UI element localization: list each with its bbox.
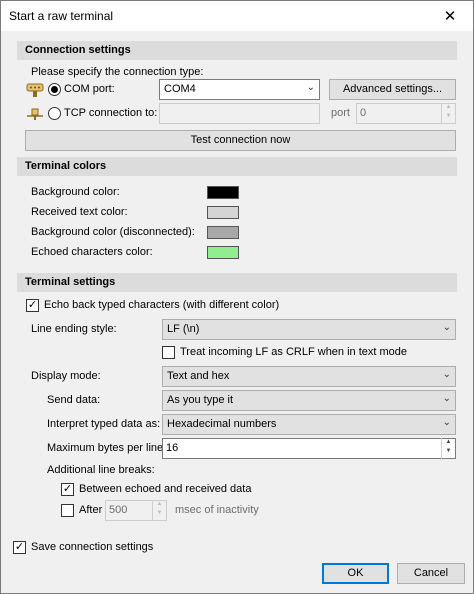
send-data-select[interactable]: As you type it ⌄ bbox=[162, 390, 456, 411]
check-icon: ✓ bbox=[14, 541, 25, 553]
test-connection-button[interactable]: Test connection now bbox=[25, 130, 456, 151]
max-bytes-label: Maximum bytes per line: bbox=[47, 442, 167, 454]
terminal-settings-header: Terminal settings bbox=[17, 273, 457, 292]
treat-lf-label: Treat incoming LF as CRLF when in text m… bbox=[180, 346, 408, 358]
after-msec-spinner[interactable]: ▲ ▼ bbox=[152, 500, 166, 521]
serial-port-icon bbox=[26, 83, 44, 97]
echoed-color-swatch[interactable] bbox=[207, 246, 239, 259]
echo-checkbox[interactable]: ✓ bbox=[26, 299, 39, 312]
save-settings-checkbox[interactable]: ✓ bbox=[13, 541, 26, 554]
disconnected-color-swatch[interactable] bbox=[207, 226, 239, 239]
network-icon bbox=[27, 108, 43, 120]
after-checkbox[interactable] bbox=[61, 504, 74, 517]
after-label: After bbox=[79, 504, 103, 516]
chevron-down-icon: ⌄ bbox=[442, 369, 451, 380]
tcp-host-input[interactable] bbox=[159, 103, 320, 124]
spin-up-icon: ▲ bbox=[445, 104, 452, 110]
interpret-value: Hexadecimal numbers bbox=[167, 418, 277, 430]
display-mode-label: Display mode: bbox=[31, 370, 101, 382]
cancel-button[interactable]: Cancel bbox=[397, 563, 465, 584]
after-units-label: msec of inactivity bbox=[175, 504, 259, 516]
window-title: Start a raw terminal bbox=[9, 9, 114, 23]
background-color-swatch[interactable] bbox=[207, 186, 239, 199]
advanced-settings-button[interactable]: Advanced settings... bbox=[329, 79, 456, 100]
between-checkbox[interactable]: ✓ bbox=[61, 483, 74, 496]
com-port-value: COM4 bbox=[164, 83, 196, 95]
port-spinner[interactable]: ▲ ▼ bbox=[441, 103, 455, 124]
received-text-color-label: Received text color: bbox=[31, 206, 128, 218]
echoed-color-label: Echoed characters color: bbox=[31, 246, 153, 258]
interpret-select[interactable]: Hexadecimal numbers ⌄ bbox=[162, 414, 456, 435]
chevron-down-icon: ⌄ bbox=[442, 322, 451, 333]
tcp-connection-radio[interactable] bbox=[48, 107, 61, 120]
dialog-window: Start a raw terminal ✕ Connection settin… bbox=[0, 0, 474, 594]
line-ending-select[interactable]: LF (\n) ⌄ bbox=[162, 319, 456, 340]
after-msec-value: 500 bbox=[109, 504, 128, 516]
terminal-colors-header: Terminal colors bbox=[17, 157, 457, 176]
port-label: port bbox=[331, 107, 350, 119]
spin-down-icon: ▼ bbox=[445, 113, 452, 119]
chevron-down-icon: ⌄ bbox=[442, 393, 451, 404]
between-label: Between echoed and received data bbox=[79, 483, 252, 495]
check-icon: ✓ bbox=[62, 483, 73, 495]
spin-down-icon: ▼ bbox=[156, 510, 163, 516]
spin-up-icon: ▲ bbox=[156, 501, 163, 507]
tcp-connection-label: TCP connection to: bbox=[64, 107, 158, 119]
spin-up-icon: ▲ bbox=[445, 439, 452, 445]
treat-lf-checkbox[interactable] bbox=[162, 346, 175, 359]
received-text-color-swatch[interactable] bbox=[207, 206, 239, 219]
connection-type-instruction: Please specify the connection type: bbox=[31, 66, 204, 78]
com-port-radio[interactable] bbox=[48, 83, 61, 96]
line-ending-label: Line ending style: bbox=[31, 323, 117, 335]
com-port-select[interactable]: COM4 ⌄ bbox=[159, 79, 320, 100]
background-color-label: Background color: bbox=[31, 186, 120, 198]
close-icon: ✕ bbox=[443, 8, 457, 25]
max-bytes-value: 16 bbox=[166, 442, 179, 454]
display-mode-value: Text and hex bbox=[167, 370, 230, 382]
display-mode-select[interactable]: Text and hex ⌄ bbox=[162, 366, 456, 387]
check-icon: ✓ bbox=[27, 299, 38, 311]
echo-label: Echo back typed characters (with differe… bbox=[44, 299, 280, 311]
com-port-label: COM port: bbox=[64, 83, 115, 95]
send-data-label: Send data: bbox=[47, 394, 101, 406]
disconnected-color-label: Background color (disconnected): bbox=[31, 226, 195, 238]
close-button[interactable]: ✕ bbox=[427, 1, 473, 31]
chevron-down-icon: ⌄ bbox=[306, 82, 315, 93]
line-breaks-label: Additional line breaks: bbox=[47, 464, 155, 476]
max-bytes-input[interactable]: 16 bbox=[162, 438, 456, 459]
port-value: 0 bbox=[360, 107, 367, 119]
save-settings-label: Save connection settings bbox=[31, 541, 154, 553]
spin-down-icon: ▼ bbox=[445, 448, 452, 454]
line-ending-value: LF (\n) bbox=[167, 323, 200, 335]
send-data-value: As you type it bbox=[167, 394, 234, 406]
interpret-label: Interpret typed data as: bbox=[47, 418, 161, 430]
chevron-down-icon: ⌄ bbox=[442, 417, 451, 428]
max-bytes-spinner[interactable]: ▲ ▼ bbox=[441, 438, 455, 459]
connection-settings-header: Connection settings bbox=[17, 41, 457, 60]
title-bar: Start a raw terminal ✕ bbox=[1, 1, 473, 31]
ok-button[interactable]: OK bbox=[322, 563, 389, 584]
